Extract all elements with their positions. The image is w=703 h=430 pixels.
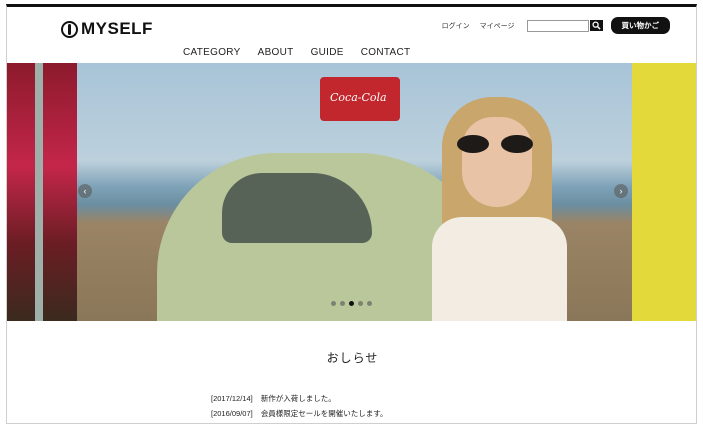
news-date: [2016/09/07] <box>211 409 253 418</box>
slider-dot[interactable] <box>331 301 336 306</box>
nav-item-about[interactable]: ABOUT <box>258 47 294 58</box>
prev-arrow-icon[interactable]: ‹ <box>78 184 92 198</box>
page-frame: MYSELF ログイン マイページ 買い物かご CATEGORY ABOUT G… <box>6 4 697 424</box>
news-heading: おしらせ <box>326 351 379 365</box>
logo-icon <box>61 20 78 38</box>
news-item[interactable]: [2017/12/14] 新作が入荷しました。 <box>211 391 388 406</box>
model-figure <box>412 87 587 321</box>
search-icon <box>591 21 601 30</box>
cooler-shape: Coca-Cola <box>320 77 400 121</box>
cooler-logo: Coca-Cola <box>330 91 387 104</box>
news-text: 会員様限定セールを開催いたします。 <box>260 409 388 418</box>
nav-item-contact[interactable]: CONTACT <box>361 47 411 58</box>
nav-item-category[interactable]: CATEGORY <box>183 47 241 58</box>
search-input[interactable] <box>526 19 589 32</box>
slider-dot[interactable] <box>358 301 363 306</box>
prev-slide-preview[interactable] <box>7 63 77 321</box>
news-date: [2017/12/14] <box>211 394 253 403</box>
news-text: 新作が入荷しました。 <box>260 394 336 403</box>
global-nav: CATEGORY ABOUT GUIDE CONTACT <box>183 47 410 58</box>
slider-dot[interactable] <box>367 301 372 306</box>
slider-dot-active[interactable] <box>349 301 354 306</box>
search-button[interactable] <box>589 20 603 31</box>
nav-item-guide[interactable]: GUIDE <box>311 47 344 58</box>
hero-slider[interactable]: Coca-Cola ‹ › <box>7 63 696 321</box>
slider-dots <box>331 301 372 306</box>
login-link[interactable]: ログイン <box>442 21 470 31</box>
mypage-link[interactable]: マイページ <box>480 21 515 31</box>
cart-button[interactable]: 買い物かご <box>610 17 670 34</box>
next-slide-preview[interactable] <box>632 63 696 321</box>
site-logo[interactable]: MYSELF <box>61 19 153 39</box>
logo-text: MYSELF <box>81 19 153 38</box>
utility-bar: ログイン マイページ 買い物かご <box>442 17 670 34</box>
next-arrow-icon[interactable]: › <box>614 184 628 198</box>
slider-dot[interactable] <box>340 301 345 306</box>
news-item[interactable]: [2016/09/07] 会員様限定セールを開催いたします。 <box>211 406 388 421</box>
hero-image: Coca-Cola <box>77 63 632 321</box>
news-list: [2017/12/14] 新作が入荷しました。 [2016/09/07] 会員様… <box>211 391 388 421</box>
